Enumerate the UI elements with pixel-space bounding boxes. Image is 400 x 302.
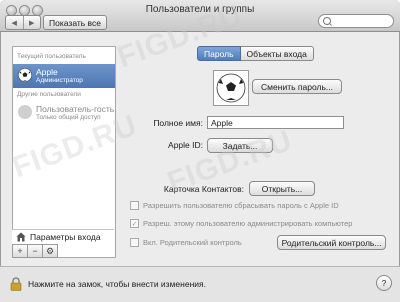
nav-buttons: ◀ ▶	[5, 15, 41, 30]
full-name-label: Полное имя:	[153, 118, 203, 128]
checkbox-label: Разреш. этому пользователю администриров…	[143, 219, 353, 228]
user-list-toolbar: + − ⚙	[12, 244, 116, 258]
back-button[interactable]: ◀	[6, 16, 24, 29]
sidebar-item-role: Только общий доступ	[36, 114, 101, 121]
allow-admin-checkbox[interactable]: ✓ Разреш. этому пользователю администрир…	[130, 219, 352, 228]
soccer-ball-avatar-icon	[18, 68, 32, 82]
tab-bar: Пароль Объекты входа	[197, 46, 314, 61]
tab-password[interactable]: Пароль	[197, 46, 241, 61]
forward-button[interactable]: ▶	[24, 16, 41, 29]
checkbox-label: Разрешить пользователю сбрасывать пароль…	[143, 201, 339, 210]
lock-hint-text: Нажмите на замок, чтобы внести изменения…	[28, 279, 206, 289]
login-options-label: Параметры входа	[30, 232, 101, 242]
help-button[interactable]: ?	[376, 275, 392, 291]
sidebar-item-role: Администратор	[36, 77, 83, 84]
checkbox-box	[130, 201, 139, 210]
remove-user-button[interactable]: −	[27, 244, 43, 258]
sidebar-item-name: Пользователь-гость	[36, 104, 115, 114]
user-picture-icon[interactable]	[213, 70, 249, 106]
users-list: Текущий пользователь Apple Администратор…	[12, 46, 116, 258]
guest-user-icon	[18, 105, 32, 119]
tab-login-items[interactable]: Объекты входа	[240, 46, 314, 61]
sidebar-item-guest[interactable]: Пользователь-гость Только общий доступ	[13, 101, 115, 125]
checkmark-icon: ✓	[130, 219, 139, 228]
gear-icon[interactable]: ⚙	[42, 244, 58, 258]
checkbox-box	[130, 238, 139, 247]
preferences-window: Пользователи и группы ◀ ▶ Показать все Т…	[0, 0, 400, 302]
sidebar-item-apple[interactable]: Apple Администратор	[13, 64, 115, 88]
parental-control-checkbox[interactable]: Вкл. Родительский контроль	[130, 238, 242, 247]
set-apple-id-button[interactable]: Задать...	[207, 138, 273, 153]
sidebar-item-name: Apple	[36, 67, 58, 77]
search-icon	[323, 17, 331, 25]
parental-control-button[interactable]: Родительский контроль...	[277, 235, 386, 250]
login-options-item[interactable]: Параметры входа	[12, 229, 114, 244]
change-password-button[interactable]: Сменить пароль...	[252, 79, 342, 94]
other-users-header: Другие пользователи	[17, 91, 81, 98]
house-icon	[16, 232, 26, 242]
title-bar: Пользователи и группы ◀ ▶ Показать все	[0, 0, 400, 32]
open-contacts-button[interactable]: Открыть...	[249, 181, 315, 196]
contacts-card-label: Карточка Контактов:	[163, 184, 244, 194]
footer-bar: Нажмите на замок, чтобы внести изменения…	[0, 266, 400, 302]
allow-reset-password-checkbox[interactable]: Разрешить пользователю сбрасывать пароль…	[130, 201, 339, 210]
add-user-button[interactable]: +	[12, 244, 28, 258]
lock-icon[interactable]	[10, 277, 22, 291]
search-field[interactable]	[318, 14, 394, 28]
checkbox-label: Вкл. Родительский контроль	[143, 238, 242, 247]
apple-id-label: Apple ID:	[168, 140, 203, 150]
show-all-button[interactable]: Показать все	[43, 15, 107, 30]
current-user-header: Текущий пользователь	[17, 53, 86, 60]
full-name-field[interactable]: Apple	[207, 116, 344, 129]
